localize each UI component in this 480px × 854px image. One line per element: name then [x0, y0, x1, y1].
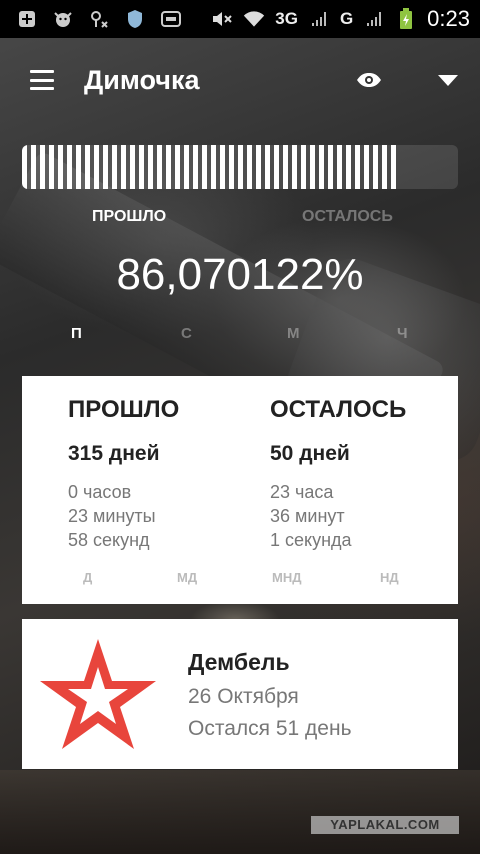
remaining-minutes: 36 минут: [270, 506, 345, 526]
watermark-logo: YAPLAKAL.COM: [311, 816, 459, 834]
event-title: Дембель: [188, 649, 290, 675]
wifi-icon: [243, 9, 265, 29]
unit-d[interactable]: Д: [83, 570, 92, 585]
dropdown-icon[interactable]: [438, 74, 458, 86]
unit-s[interactable]: С: [181, 325, 192, 342]
background-bottom: [0, 770, 480, 854]
shield-icon: [124, 9, 146, 29]
add-box-icon: [16, 9, 38, 29]
location-icon: [88, 9, 110, 29]
unit-m[interactable]: М: [287, 325, 300, 342]
remaining-hours: 23 часа: [270, 482, 334, 502]
unit-nd[interactable]: НД: [380, 570, 399, 585]
remaining-heading: ОСТАЛОСЬ: [270, 396, 407, 423]
event-card[interactable]: Дембель 26 Октября Остался 51 день: [22, 619, 458, 769]
precision-units: П С М Ч: [0, 325, 480, 345]
tab-remaining[interactable]: ОСТАЛОСЬ: [302, 208, 393, 226]
progress-bar: [22, 145, 458, 189]
network-type-2: G: [339, 9, 354, 28]
unit-md[interactable]: МД: [177, 570, 197, 585]
clock: 0:23: [427, 6, 470, 31]
remaining-seconds: 1 секунда: [270, 530, 352, 550]
battery-charging-icon: [395, 8, 417, 29]
cow-icon: [52, 9, 74, 29]
percent-value: 86,070122%: [116, 250, 364, 299]
passed-seconds: 58 секунд: [68, 530, 150, 550]
passed-days: 315 дней: [68, 442, 160, 465]
eye-icon[interactable]: [356, 72, 382, 88]
remaining-days: 50 дней: [270, 442, 350, 465]
progress-fill: [22, 145, 398, 189]
signal-icon: [363, 9, 385, 29]
stats-card: ПРОШЛО 315 дней 0 часов 23 минуты 58 сек…: [22, 376, 458, 604]
page-title: Димочка: [84, 64, 200, 95]
unit-ch[interactable]: Ч: [397, 325, 408, 342]
card-icon: [160, 9, 182, 29]
signal-icon: [308, 9, 330, 29]
passed-hours: 0 часов: [68, 482, 132, 502]
status-bar: 3G G 0:23: [0, 0, 480, 38]
event-date: 26 Октября: [188, 685, 299, 708]
network-type-1: 3G: [275, 9, 298, 28]
event-remaining: Остался 51 день: [188, 717, 352, 740]
tab-passed[interactable]: ПРОШЛО: [92, 208, 166, 226]
display-units: Д МД МНД НД: [22, 570, 458, 588]
passed-heading: ПРОШЛО: [68, 396, 180, 423]
progress-tabs: ПРОШЛО ОСТАЛОСЬ: [0, 208, 480, 232]
menu-icon[interactable]: [30, 70, 54, 90]
unit-mnd[interactable]: МНД: [272, 570, 301, 585]
mute-icon: [211, 9, 233, 29]
army-star-icon: [40, 639, 156, 749]
unit-p[interactable]: П: [71, 325, 82, 342]
app-toolbar: Димочка: [0, 50, 480, 110]
passed-minutes: 23 минуты: [68, 506, 156, 526]
